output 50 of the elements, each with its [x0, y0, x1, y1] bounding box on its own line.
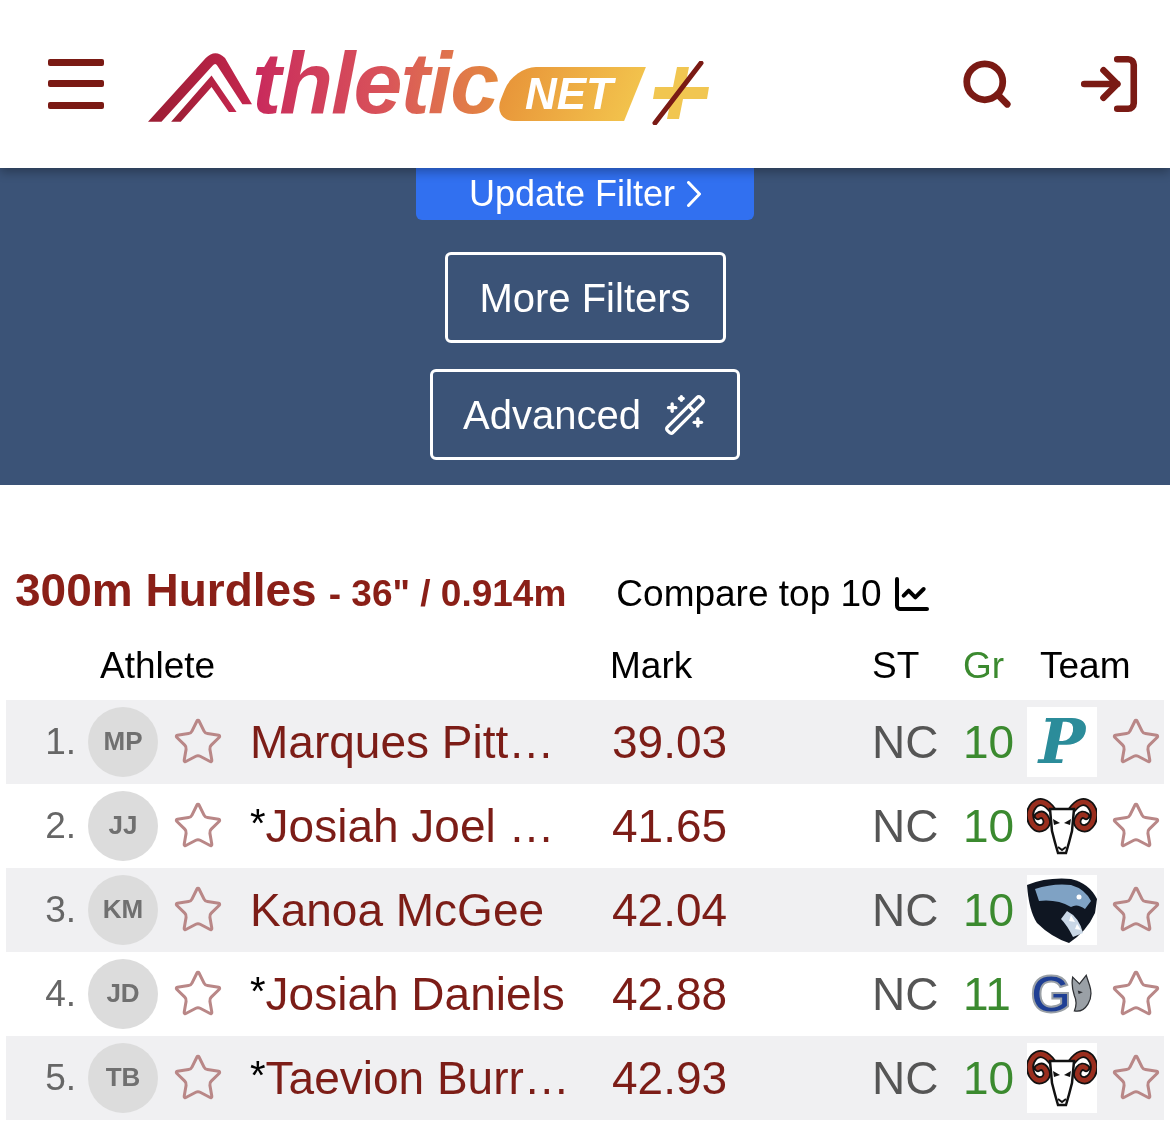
athlete-link[interactable]: *Josiah Joel …	[250, 799, 555, 852]
column-header: Gr	[963, 644, 1005, 686]
grade-number: 10	[963, 1051, 1015, 1104]
rank-number: 5.	[45, 1059, 76, 1096]
state-code: NC	[872, 883, 939, 936]
more-filters-button[interactable]: More Filters	[444, 252, 726, 343]
column-header: Mark	[610, 644, 693, 686]
athlete-link[interactable]: Kanoa McGee	[250, 883, 545, 936]
advanced-button[interactable]: Advanced	[430, 369, 740, 460]
search-icon[interactable]	[960, 57, 1014, 111]
state-code: NC	[872, 799, 939, 852]
avatar: TB	[88, 1042, 158, 1113]
team-letter-logo: P	[1027, 706, 1097, 777]
team-letter-logo: G	[1030, 967, 1072, 1020]
avatar: JJ	[88, 790, 158, 861]
state-code: NC	[872, 967, 939, 1020]
mark-time: 41.65	[612, 799, 728, 852]
panther-head-icon	[1027, 874, 1097, 945]
menu-icon[interactable]	[48, 59, 104, 109]
mark-time: 42.93	[612, 1051, 728, 1104]
athlete-link[interactable]: *Taevion Burr…	[250, 1051, 570, 1104]
event-title: 300m Hurdles	[15, 567, 317, 613]
update-filter-button[interactable]: Update Filter	[416, 168, 754, 220]
rank-number: 1.	[45, 723, 76, 760]
mark-time: 39.03	[612, 715, 728, 768]
plus-slash-icon	[651, 61, 712, 125]
rank-number: 3.	[45, 891, 76, 928]
avatar: JD	[88, 958, 158, 1029]
athlete-link[interactable]: *Josiah Daniels	[250, 967, 565, 1020]
chevron-right-icon	[687, 181, 702, 207]
column-header: Team	[1040, 644, 1131, 686]
event-spec: - 36" / 0.914m	[328, 575, 567, 612]
avatar: KM	[88, 874, 158, 945]
grade-number: 11	[963, 967, 1011, 1020]
compare-link[interactable]: Compare top 10	[616, 573, 932, 614]
ram-head-icon	[1027, 1042, 1097, 1113]
rank-number: 4.	[45, 975, 76, 1012]
athlete-link[interactable]: Marques Pitt…	[250, 715, 555, 768]
grade-number: 10	[963, 799, 1015, 852]
magic-wand-icon	[662, 392, 707, 437]
column-header: ST	[872, 644, 920, 686]
grade-number: 10	[963, 715, 1015, 768]
mark-time: 42.04	[612, 883, 728, 936]
state-code: NC	[872, 1051, 939, 1104]
column-header: Athlete	[100, 644, 216, 686]
mark-time: 42.88	[612, 967, 728, 1020]
rank-number: 2.	[45, 807, 76, 844]
grade-number: 10	[963, 883, 1015, 936]
avatar: MP	[88, 706, 158, 777]
state-code: NC	[872, 715, 939, 768]
